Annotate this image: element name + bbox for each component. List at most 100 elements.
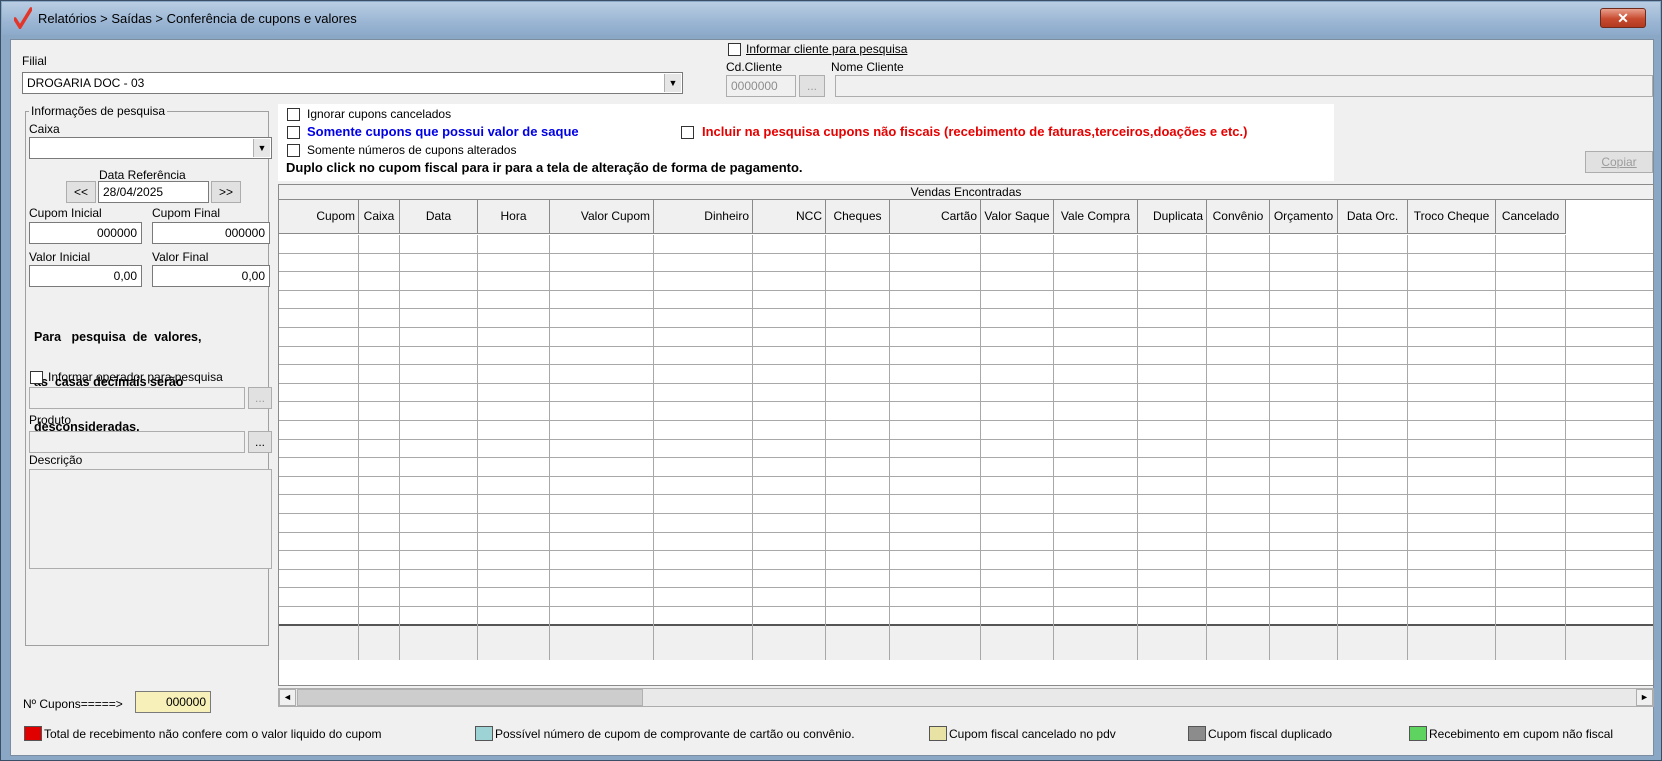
grid-column-header[interactable]: Data Orc. [1338,200,1408,234]
scroll-left-icon[interactable]: ◄ [279,689,296,706]
table-row[interactable] [279,309,1653,328]
informar-cliente-label: Informar cliente para pesquisa [746,42,908,56]
nao-fiscais-checkbox[interactable] [681,126,694,139]
grid-column-line [1269,235,1270,660]
informar-operador-checkbox[interactable] [30,371,43,384]
grid-column-header[interactable]: NCC [753,200,826,234]
previous-date-button[interactable]: << [66,181,96,203]
table-row[interactable] [279,440,1653,459]
chevron-down-icon[interactable]: ▼ [253,139,270,157]
grid-column-header[interactable]: Hora [478,200,550,234]
table-row[interactable] [279,421,1653,440]
scroll-thumb[interactable] [297,689,643,706]
grid-column-header[interactable]: Caixa [359,200,400,234]
operador-field[interactable] [29,387,245,409]
table-row[interactable] [279,365,1653,384]
valor-final-field[interactable]: 0,00 [152,265,270,287]
legend-label-yellow: Cupom fiscal cancelado no pdv [949,727,1116,741]
table-row[interactable] [279,458,1653,477]
grid-column-header[interactable]: Cartão [890,200,981,234]
nome-cliente-label: Nome Cliente [831,60,904,74]
grid-column-header[interactable]: Troco Cheque [1408,200,1496,234]
grid-column-line [889,235,890,660]
cliente-lookup-button[interactable]: ... [799,75,825,97]
somente-saque-label: Somente cupons que possui valor de saque [307,124,579,139]
legend-swatch-green [1409,726,1427,741]
form-body: Filial DROGARIA DOC - 03 ▼ Informar clie… [10,39,1654,756]
table-row[interactable] [279,254,1653,273]
ignorar-cancelados-label: Ignorar cupons cancelados [307,107,452,121]
cd-cliente-field[interactable]: 0000000 [726,75,796,97]
valor-inicial-label: Valor Inicial [29,250,91,264]
produto-field[interactable] [29,431,245,453]
info-pesquisa-title: Informações de pesquisa [29,104,168,118]
table-row[interactable] [279,235,1653,254]
check-mark-icon [14,7,32,29]
cupons-alterados-checkbox[interactable] [287,144,300,157]
table-row[interactable] [279,402,1653,421]
grid-column-line [477,235,478,660]
filial-select[interactable]: DROGARIA DOC - 03 ▼ [22,72,683,94]
legend-swatch-cyan [475,726,493,741]
grid-column-header[interactable]: Data [400,200,478,234]
cupom-inicial-field[interactable]: 000000 [29,222,142,244]
somente-saque-checkbox[interactable] [287,126,300,139]
cupons-alterados-label: Somente números de cupons alterados [307,143,517,157]
vendas-grid[interactable]: Vendas Encontradas Cupom Caixa Data Hora Val… [278,184,1654,686]
ignorar-cancelados-checkbox[interactable] [287,108,300,121]
grid-column-header[interactable]: Valor Cupom [550,200,654,234]
grid-column-header[interactable]: Orçamento [1270,200,1338,234]
table-row[interactable] [279,291,1653,310]
grid-column-header[interactable]: Cancelado [1496,200,1566,234]
legend-swatch-yellow [929,726,947,741]
grid-horizontal-scrollbar[interactable]: ◄ ► [278,688,1654,707]
produto-label: Produto [29,413,72,427]
table-row[interactable] [279,533,1653,552]
chevron-down-icon[interactable]: ▼ [664,74,681,92]
operador-lookup-button[interactable]: ... [248,387,272,409]
table-row[interactable] [279,272,1653,291]
nome-cliente-field[interactable] [835,75,1653,97]
table-row[interactable] [279,514,1653,533]
grid-column-line [358,235,359,660]
grid-column-header[interactable]: Duplicata [1138,200,1207,234]
grid-column-header[interactable]: Valor Saque [981,200,1054,234]
cupom-final-field[interactable]: 000000 [152,222,270,244]
grid-column-header[interactable]: Vale Compra [1054,200,1138,234]
title-bar[interactable]: Relatórios > Saídas > Conferência de cup… [2,2,1660,35]
grid-column-line [1337,235,1338,660]
informar-operador-label: Informar operador para pesquisa [48,370,223,384]
grid-totals-row [279,624,1653,660]
grid-column-header[interactable]: Convênio [1207,200,1270,234]
grid-column-line [1137,235,1138,660]
valor-inicial-field[interactable]: 0,00 [29,265,142,287]
descricao-field [29,469,272,569]
produto-lookup-button[interactable]: ... [248,431,272,453]
grid-column-header[interactable]: Cupom [279,200,359,234]
table-row[interactable] [279,495,1653,514]
cupom-inicial-label: Cupom Inicial [29,206,102,220]
copiar-button[interactable]: Copiar [1585,151,1653,173]
grid-column-header[interactable]: Dinheiro [654,200,753,234]
table-row[interactable] [279,570,1653,589]
nao-fiscais-label: Incluir na pesquisa cupons não fiscais (… [702,124,1248,139]
data-referencia-field[interactable]: 28/04/2025 [98,181,209,203]
grid-column-header[interactable]: Cheques [826,200,890,234]
cupons-count-field: 000000 [135,691,211,713]
caixa-label: Caixa [29,122,60,136]
grid-column-line [980,235,981,660]
table-row[interactable] [279,551,1653,570]
table-row[interactable] [279,328,1653,347]
grid-column-line [1206,235,1207,660]
caixa-select[interactable]: ▼ [29,137,272,159]
filial-value: DROGARIA DOC - 03 [27,76,145,90]
next-date-button[interactable]: >> [211,181,241,203]
table-row[interactable] [279,347,1653,366]
close-button[interactable]: ✕ [1600,8,1646,28]
table-row[interactable] [279,588,1653,607]
grid-column-line [825,235,826,660]
informar-cliente-checkbox[interactable] [728,43,741,56]
scroll-right-icon[interactable]: ► [1636,689,1653,706]
table-row[interactable] [279,384,1653,403]
table-row[interactable] [279,477,1653,496]
